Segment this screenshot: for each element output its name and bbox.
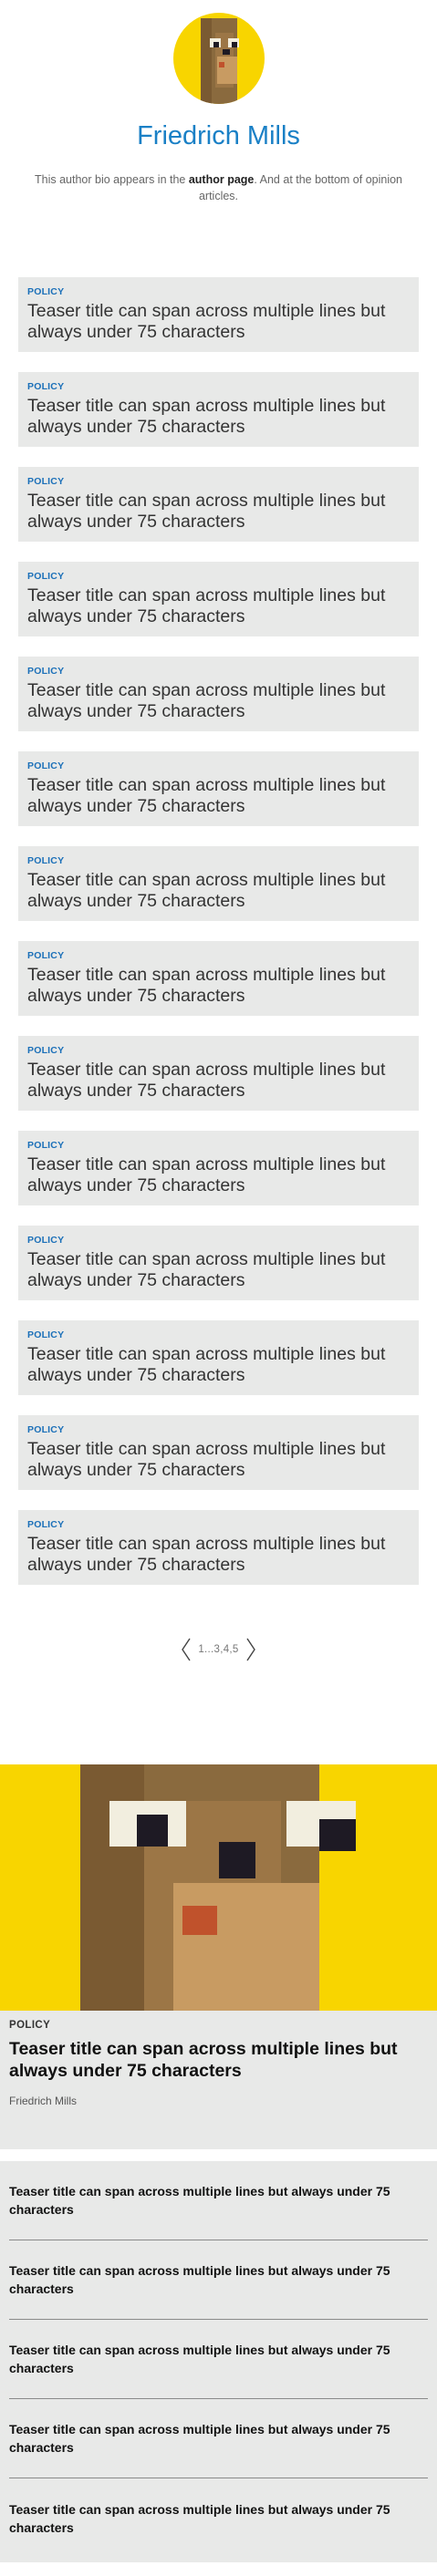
teaser-title[interactable]: Teaser title can span across multiple li…	[27, 870, 410, 912]
author-bio-text: This author bio appears in the	[34, 172, 189, 186]
teaser-title[interactable]: Teaser title can span across multiple li…	[27, 1060, 410, 1102]
list-item-title[interactable]: Teaser title can span across multiple li…	[9, 2341, 428, 2377]
featured-title[interactable]: Teaser title can span across multiple li…	[9, 2038, 428, 2082]
list-item-title[interactable]: Teaser title can span across multiple li…	[9, 2420, 428, 2457]
teaser-category[interactable]: POLICY	[27, 476, 410, 487]
teaser-card[interactable]: POLICY Teaser title can span across multi…	[18, 750, 419, 826]
teaser-category[interactable]: POLICY	[27, 1045, 410, 1056]
teaser-card[interactable]: POLICY Teaser title can span across multi…	[18, 656, 419, 731]
list-item[interactable]: Teaser title can span across multiple li…	[9, 2240, 428, 2320]
pagination-pages[interactable]: 1...3,4,5	[198, 1644, 238, 1655]
teaser-category[interactable]: POLICY	[27, 1329, 410, 1340]
teaser-title[interactable]: Teaser title can span across multiple li…	[27, 1344, 410, 1386]
teaser-category[interactable]: POLICY	[27, 950, 410, 961]
chevron-right-icon[interactable]	[245, 1637, 257, 1662]
author-page-link[interactable]: author page	[189, 173, 255, 186]
teaser-category[interactable]: POLICY	[27, 855, 410, 866]
teaser-category[interactable]: POLICY	[27, 286, 410, 297]
teaser-list: POLICY Teaser title can span across multi…	[0, 276, 437, 1585]
list-item-title[interactable]: Teaser title can span across multiple li…	[9, 2182, 428, 2219]
author-bio: This author bio appears in the author pa…	[27, 171, 411, 204]
teaser-title[interactable]: Teaser title can span across multiple li…	[27, 1534, 410, 1576]
teaser-title[interactable]: Teaser title can span across multiple li…	[27, 965, 410, 1007]
teaser-title[interactable]: Teaser title can span across multiple li…	[27, 1439, 410, 1481]
teaser-card[interactable]: POLICY Teaser title can span across multi…	[18, 561, 419, 636]
author-header: Friedrich Mills This author bio appears …	[0, 0, 437, 204]
featured-category[interactable]: POLICY	[9, 2020, 428, 2031]
list-item[interactable]: Teaser title can span across multiple li…	[9, 2399, 428, 2478]
featured-body: POLICY Teaser title can span across mult…	[0, 2011, 437, 2149]
teaser-card[interactable]: POLICY Teaser title can span across multi…	[18, 1225, 419, 1300]
teaser-card[interactable]: POLICY Teaser title can span across multi…	[18, 1130, 419, 1205]
teaser-card[interactable]: POLICY Teaser title can span across multi…	[18, 466, 419, 542]
author-page: Friedrich Mills This author bio appears …	[0, 0, 437, 2576]
list-item[interactable]: Teaser title can span across multiple li…	[9, 2478, 428, 2558]
featured-image[interactable]	[0, 1764, 437, 2011]
bottom-list: Teaser title can span across multiple li…	[0, 2161, 437, 2562]
teaser-category[interactable]: POLICY	[27, 1424, 410, 1435]
chevron-left-icon[interactable]	[180, 1637, 192, 1662]
author-avatar	[172, 13, 265, 104]
teaser-card[interactable]: POLICY Teaser title can span across multi…	[18, 1414, 419, 1490]
list-item[interactable]: Teaser title can span across multiple li…	[9, 2320, 428, 2399]
teaser-title[interactable]: Teaser title can span across multiple li…	[27, 775, 410, 817]
list-item-title[interactable]: Teaser title can span across multiple li…	[9, 2500, 428, 2537]
featured-author[interactable]: Friedrich Mills	[9, 2095, 428, 2107]
teaser-title[interactable]: Teaser title can span across multiple li…	[27, 396, 410, 438]
teaser-card[interactable]: POLICY Teaser title can span across multi…	[18, 1319, 419, 1395]
teaser-card[interactable]: POLICY Teaser title can span across multi…	[18, 845, 419, 921]
teaser-card[interactable]: POLICY Teaser title can span across multi…	[18, 276, 419, 352]
teaser-card[interactable]: POLICY Teaser title can span across multi…	[18, 1509, 419, 1585]
teaser-card[interactable]: POLICY Teaser title can span across multi…	[18, 940, 419, 1016]
list-item-title[interactable]: Teaser title can span across multiple li…	[9, 2261, 428, 2298]
teaser-category[interactable]: POLICY	[27, 381, 410, 392]
teaser-card[interactable]: POLICY Teaser title can span across multi…	[18, 1035, 419, 1111]
teaser-category[interactable]: POLICY	[27, 666, 410, 677]
teaser-title[interactable]: Teaser title can span across multiple li…	[27, 680, 410, 722]
teaser-title[interactable]: Teaser title can span across multiple li…	[27, 491, 410, 533]
teaser-category[interactable]: POLICY	[27, 1235, 410, 1246]
teaser-title[interactable]: Teaser title can span across multiple li…	[27, 585, 410, 627]
pagination: 1...3,4,5	[0, 1635, 437, 1664]
author-name: Friedrich Mills	[137, 121, 300, 150]
teaser-title[interactable]: Teaser title can span across multiple li…	[27, 1154, 410, 1196]
teaser-category[interactable]: POLICY	[27, 760, 410, 771]
teaser-title[interactable]: Teaser title can span across multiple li…	[27, 1249, 410, 1291]
teaser-category[interactable]: POLICY	[27, 1519, 410, 1530]
teaser-category[interactable]: POLICY	[27, 571, 410, 582]
featured-article[interactable]: POLICY Teaser title can span across mult…	[0, 1764, 437, 2149]
teaser-card[interactable]: POLICY Teaser title can span across multi…	[18, 371, 419, 447]
list-item[interactable]: Teaser title can span across multiple li…	[9, 2161, 428, 2240]
teaser-title[interactable]: Teaser title can span across multiple li…	[27, 301, 410, 343]
teaser-category[interactable]: POLICY	[27, 1140, 410, 1151]
